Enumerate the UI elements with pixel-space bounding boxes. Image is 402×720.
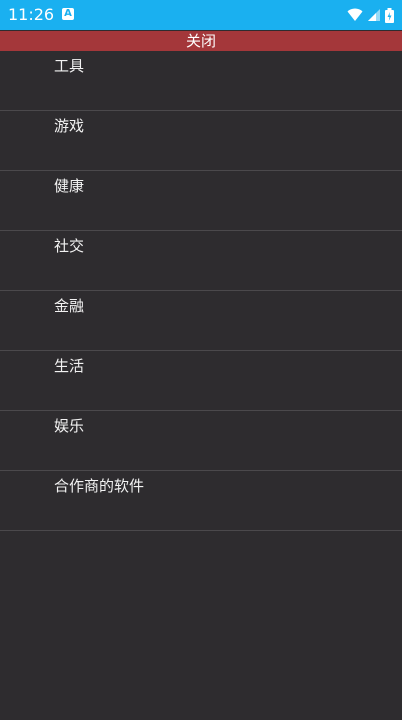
category-list: 工具 游戏 健康 社交 金融 生活 娱乐 合作商的软件: [0, 51, 402, 531]
category-label: 健康: [54, 177, 85, 195]
status-bar: 11:26 A: [0, 0, 402, 30]
category-item-entertainment[interactable]: 娱乐: [0, 411, 402, 471]
category-item-tools[interactable]: 工具: [0, 51, 402, 111]
category-label: 生活: [54, 357, 85, 375]
close-button[interactable]: 关闭: [0, 31, 402, 51]
notification-icon: A: [62, 8, 74, 20]
category-item-health[interactable]: 健康: [0, 171, 402, 231]
status-time: 11:26: [8, 5, 55, 24]
category-item-games[interactable]: 游戏: [0, 111, 402, 171]
category-item-social[interactable]: 社交: [0, 231, 402, 291]
category-label: 游戏: [54, 117, 85, 135]
category-item-finance[interactable]: 金融: [0, 291, 402, 351]
wifi-icon: [347, 8, 363, 21]
status-icons: [347, 6, 394, 24]
battery-icon: [385, 7, 394, 23]
category-label: 社交: [54, 237, 85, 255]
category-label: 工具: [54, 57, 85, 75]
category-label: 金融: [54, 297, 85, 315]
category-item-life[interactable]: 生活: [0, 351, 402, 411]
signal-icon: [368, 9, 380, 21]
category-label: 合作商的软件: [54, 477, 145, 495]
category-item-partner-apps[interactable]: 合作商的软件: [0, 471, 402, 531]
category-label: 娱乐: [54, 417, 85, 435]
